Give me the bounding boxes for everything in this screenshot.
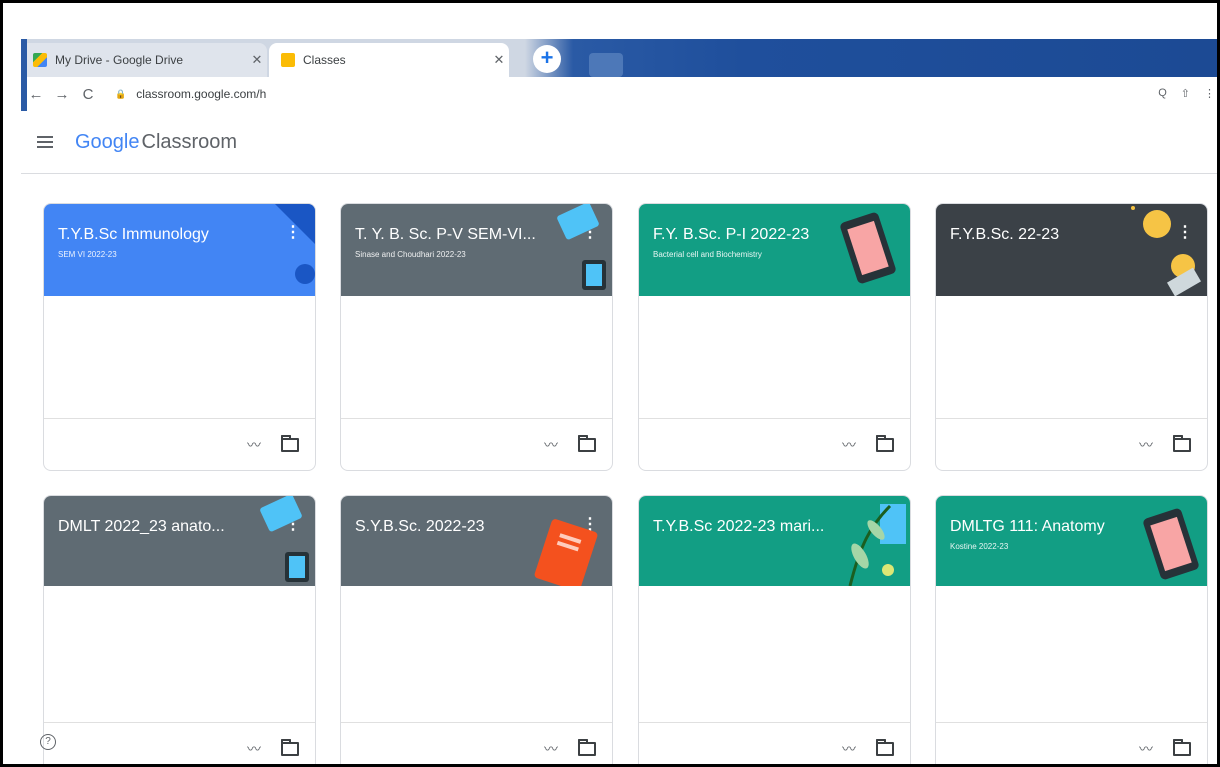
url-text: classroom.google.com/h	[136, 87, 267, 101]
classroom-icon	[281, 53, 295, 67]
folder-icon[interactable]	[281, 738, 299, 756]
menu-icon[interactable]	[37, 136, 53, 148]
class-card[interactable]: DMLT 2022_23 anato... ⋮ 〰	[43, 495, 316, 764]
banner-illustration	[275, 204, 315, 284]
class-card[interactable]: T.Y.B.Sc Immunology SEM VI 2022-23 ⋮ 〰	[43, 203, 316, 471]
tab-title: Classes	[303, 53, 346, 67]
folder-icon[interactable]	[876, 434, 894, 452]
banner-illustration	[840, 212, 896, 284]
class-card[interactable]: F.Y. B.Sc. P-I 2022-23 Bacterial cell an…	[638, 203, 911, 471]
tab-strip: My Drive - Google Drive ✕ Classes ✕ +	[21, 39, 1217, 77]
class-title[interactable]: T.Y.B.Sc Immunology	[58, 226, 263, 244]
class-card-grid: T.Y.B.Sc Immunology SEM VI 2022-23 ⋮ 〰 T…	[43, 203, 1217, 764]
forward-icon[interactable]: →	[51, 86, 73, 103]
card-footer: 〰	[639, 418, 910, 470]
folder-icon[interactable]	[281, 434, 299, 452]
card-footer: 〰	[341, 722, 612, 764]
class-card[interactable]: DMLTG 111: Anatomy Kostine 2022-23 〰	[935, 495, 1208, 764]
tab-my-drive[interactable]: My Drive - Google Drive ✕	[21, 43, 267, 77]
back-icon[interactable]: ←	[25, 86, 47, 103]
trend-icon[interactable]: 〰	[247, 435, 261, 455]
card-banner[interactable]: DMLT 2022_23 anato... ⋮	[44, 496, 315, 586]
close-tab-icon[interactable]: ✕	[247, 52, 267, 68]
class-title[interactable]: T. Y. B. Sc. P-V SEM-VI...	[355, 226, 560, 244]
browser-window: My Drive - Google Drive ✕ Classes ✕ + ← …	[0, 0, 1220, 767]
class-title[interactable]: DMLT 2022_23 anato...	[58, 518, 263, 536]
search-icon[interactable]: Q	[1158, 87, 1167, 100]
trend-icon[interactable]: 〰	[247, 739, 261, 759]
card-footer: 〰	[639, 722, 910, 764]
brand-product: Classroom	[141, 130, 238, 153]
card-banner[interactable]: T.Y.B.Sc 2022-23 mari... ⋮	[639, 496, 910, 586]
trend-icon[interactable]: 〰	[842, 435, 856, 455]
banner-illustration	[557, 204, 606, 290]
address-bar: ← → C 🔒 classroom.google.com/h Q ⇧ ⋮	[21, 77, 1217, 111]
class-subtitle: Sinase and Choudhari 2022-23	[355, 250, 466, 259]
folder-icon[interactable]	[578, 738, 596, 756]
lock-icon: 🔒	[115, 88, 127, 99]
app-header: Google Classroom	[21, 111, 1217, 174]
tab-classes[interactable]: Classes ✕	[269, 43, 509, 77]
app-logo[interactable]: Google Classroom	[75, 131, 237, 154]
card-footer: 〰	[44, 722, 315, 764]
card-footer: 〰	[936, 418, 1207, 470]
brand-google: Google	[75, 130, 140, 153]
card-banner[interactable]: T. Y. B. Sc. P-V SEM-VI... Sinase and Ch…	[341, 204, 612, 296]
more-icon[interactable]: ⋮	[1204, 87, 1215, 100]
trend-icon[interactable]: 〰	[544, 435, 558, 455]
folder-icon[interactable]	[876, 738, 894, 756]
trend-icon[interactable]: 〰	[544, 739, 558, 759]
help-icon[interactable]: ?	[40, 734, 56, 750]
share-icon[interactable]: ⇧	[1181, 87, 1190, 100]
class-title[interactable]: T.Y.B.Sc 2022-23 mari...	[653, 518, 858, 536]
class-subtitle: Bacterial cell and Biochemistry	[653, 250, 762, 259]
google-drive-icon	[33, 53, 47, 67]
folder-icon[interactable]	[1173, 738, 1191, 756]
url-field[interactable]: 🔒 classroom.google.com/h	[115, 87, 266, 101]
folder-icon[interactable]	[1173, 434, 1191, 452]
class-card[interactable]: T. Y. B. Sc. P-V SEM-VI... Sinase and Ch…	[340, 203, 613, 471]
card-footer: 〰	[341, 418, 612, 470]
card-banner[interactable]: S.Y.B.Sc. 2022-23 ⋮	[341, 496, 612, 586]
banner-illustration	[1143, 508, 1199, 580]
address-bar-actions: Q ⇧ ⋮	[1158, 87, 1215, 100]
card-banner[interactable]: F.Y. B.Sc. P-I 2022-23 Bacterial cell an…	[639, 204, 910, 296]
trend-icon[interactable]: 〰	[1139, 435, 1153, 455]
folder-icon[interactable]	[578, 434, 596, 452]
tab-strip-decoration	[589, 53, 623, 77]
card-banner[interactable]: DMLTG 111: Anatomy Kostine 2022-23	[936, 496, 1207, 586]
class-card[interactable]: S.Y.B.Sc. 2022-23 ⋮ 〰	[340, 495, 613, 764]
banner-illustration	[848, 504, 906, 586]
card-banner[interactable]: T.Y.B.Sc Immunology SEM VI 2022-23 ⋮	[44, 204, 315, 296]
banner-illustration	[260, 496, 309, 582]
window-edge-decoration	[21, 39, 27, 115]
card-footer: 〰	[44, 418, 315, 470]
class-title[interactable]: F.Y. B.Sc. P-I 2022-23	[653, 226, 858, 244]
banner-illustration	[534, 519, 598, 586]
class-subtitle: Kostine 2022-23	[950, 542, 1009, 551]
class-card[interactable]: T.Y.B.Sc 2022-23 mari... ⋮ 〰	[638, 495, 911, 764]
reload-icon[interactable]: C	[77, 86, 99, 103]
card-footer: 〰	[936, 722, 1207, 764]
close-tab-icon[interactable]: ✕	[489, 52, 509, 68]
tab-title: My Drive - Google Drive	[55, 53, 184, 67]
class-title[interactable]: DMLTG 111: Anatomy	[950, 518, 1155, 536]
banner-illustration	[1131, 206, 1201, 296]
class-card[interactable]: F.Y.B.Sc. 22-23 ⋮ 〰	[935, 203, 1208, 471]
class-subtitle: SEM VI 2022-23	[58, 250, 117, 259]
card-banner[interactable]: F.Y.B.Sc. 22-23 ⋮	[936, 204, 1207, 296]
new-tab-button[interactable]: +	[533, 45, 561, 73]
trend-icon[interactable]: 〰	[842, 739, 856, 759]
trend-icon[interactable]: 〰	[1139, 739, 1153, 759]
